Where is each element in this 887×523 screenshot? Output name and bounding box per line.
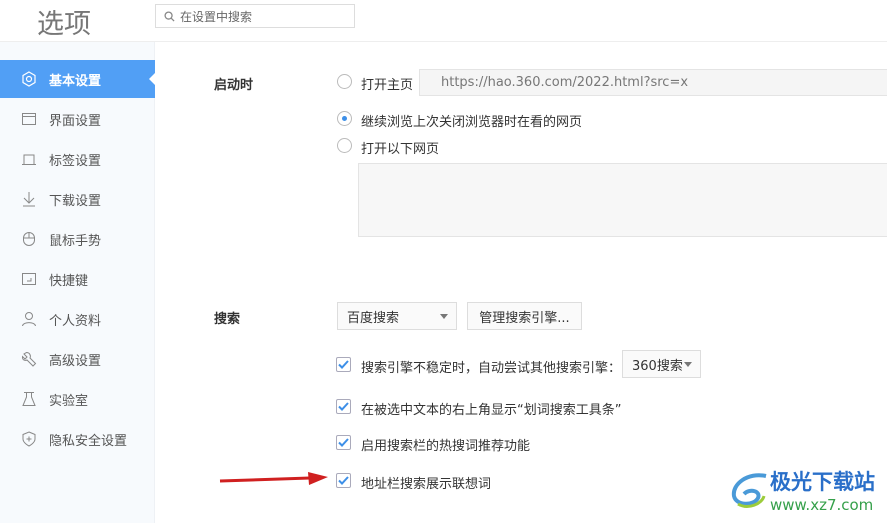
sidebar-item-lab[interactable]: 实验室 [0, 380, 155, 418]
check-icon [338, 402, 349, 411]
option-fallback-label: 搜索引擎不稳定时，自动尝试其他搜索引擎： [361, 361, 622, 376]
sidebar-item-label: 快捷键 [49, 273, 89, 289]
search-placeholder: 在设置中搜索 [180, 9, 253, 24]
user-icon [21, 311, 37, 327]
sidebar-item-basic[interactable]: 基本设置 [0, 60, 155, 98]
check-icon [338, 360, 349, 369]
checkbox-hot-search[interactable] [336, 435, 351, 450]
chevron-down-icon [440, 314, 448, 323]
manage-engines-button[interactable]: 管理搜索引擎... [467, 302, 582, 330]
sidebar-item-label: 实验室 [49, 393, 89, 409]
watermark-url: www.xz7.com [770, 496, 874, 514]
sidebar-item-label: 下载设置 [49, 193, 102, 209]
sidebar-item-advanced[interactable]: 高级设置 [0, 340, 155, 378]
keyboard-icon [21, 271, 37, 287]
watermark-logo: 极光下载站 www.xz7.com [728, 466, 875, 514]
checkbox-selection-toolbar[interactable] [336, 399, 351, 414]
sidebar-item-label: 界面设置 [49, 113, 102, 129]
select-value: 360搜索 [632, 358, 683, 374]
option-address-suggest-label: 地址栏搜索展示联想词 [361, 477, 492, 492]
radio-open-home[interactable] [337, 74, 352, 89]
sidebar-item-shortcuts[interactable]: 快捷键 [0, 260, 155, 298]
open-pages-label: 打开以下网页 [361, 142, 440, 157]
search-icon [164, 10, 175, 22]
sidebar-item-interface[interactable]: 界面设置 [0, 100, 155, 138]
sidebar-item-mouse[interactable]: 鼠标手势 [0, 220, 155, 258]
pages-list[interactable] [358, 163, 887, 237]
sidebar-item-download[interactable]: 下载设置 [0, 180, 155, 218]
select-value: 百度搜索 [347, 310, 400, 326]
sidebar-item-privacy[interactable]: 隐私安全设置 [0, 420, 155, 458]
fallback-engine-select[interactable]: 360搜索 [622, 350, 701, 378]
startup-label: 启动时 [214, 78, 254, 93]
sidebar: 基本设置 界面设置 标签设置 下载设置 鼠标手势 快捷键 个人资料 高级设置 实… [0, 42, 155, 523]
sidebar-item-profile[interactable]: 个人资料 [0, 300, 155, 338]
page-title: 选项 [37, 9, 91, 40]
check-icon [338, 438, 349, 447]
sidebar-item-label: 鼠标手势 [49, 233, 102, 249]
wrench-icon [21, 351, 37, 367]
red-arrow-annotation [219, 472, 328, 485]
option-selection-toolbar-label: 在被选中文本的右上角显示“划词搜索工具条” [361, 403, 622, 418]
continue-label: 继续浏览上次关闭浏览器时在看的网页 [361, 115, 583, 130]
checkbox-fallback[interactable] [336, 357, 351, 372]
checkbox-address-suggest[interactable] [336, 473, 351, 488]
sidebar-item-label: 标签设置 [49, 153, 102, 169]
check-icon [338, 476, 349, 485]
sidebar-item-label: 个人资料 [49, 313, 102, 329]
sidebar-item-label: 隐私安全设置 [49, 433, 128, 449]
download-icon [21, 191, 37, 207]
chevron-down-icon [684, 362, 692, 371]
radio-open-pages[interactable] [337, 138, 352, 153]
open-home-label: 打开主页 [361, 78, 414, 93]
sidebar-item-label: 基本设置 [49, 73, 102, 89]
logo-swirl-icon [731, 473, 767, 508]
settings-search-input[interactable]: 在设置中搜索 [155, 4, 355, 28]
search-engine-select[interactable]: 百度搜索 [337, 302, 457, 330]
sidebar-item-label: 高级设置 [49, 353, 102, 369]
option-hot-search-label: 启用搜索栏的热搜词推荐功能 [361, 439, 531, 454]
mouse-icon [21, 231, 37, 247]
settings-icon [21, 71, 37, 87]
sidebar-item-tabs[interactable]: 标签设置 [0, 140, 155, 178]
search-label: 搜索 [214, 312, 241, 327]
shield-icon [21, 431, 37, 447]
radio-continue[interactable] [337, 111, 352, 126]
watermark-name: 极光下载站 [770, 470, 875, 494]
window-icon [21, 111, 37, 127]
flask-icon [21, 391, 37, 407]
tab-icon [21, 151, 37, 167]
home-url-input[interactable]: https://hao.360.com/2022.html?src=x [419, 69, 887, 96]
